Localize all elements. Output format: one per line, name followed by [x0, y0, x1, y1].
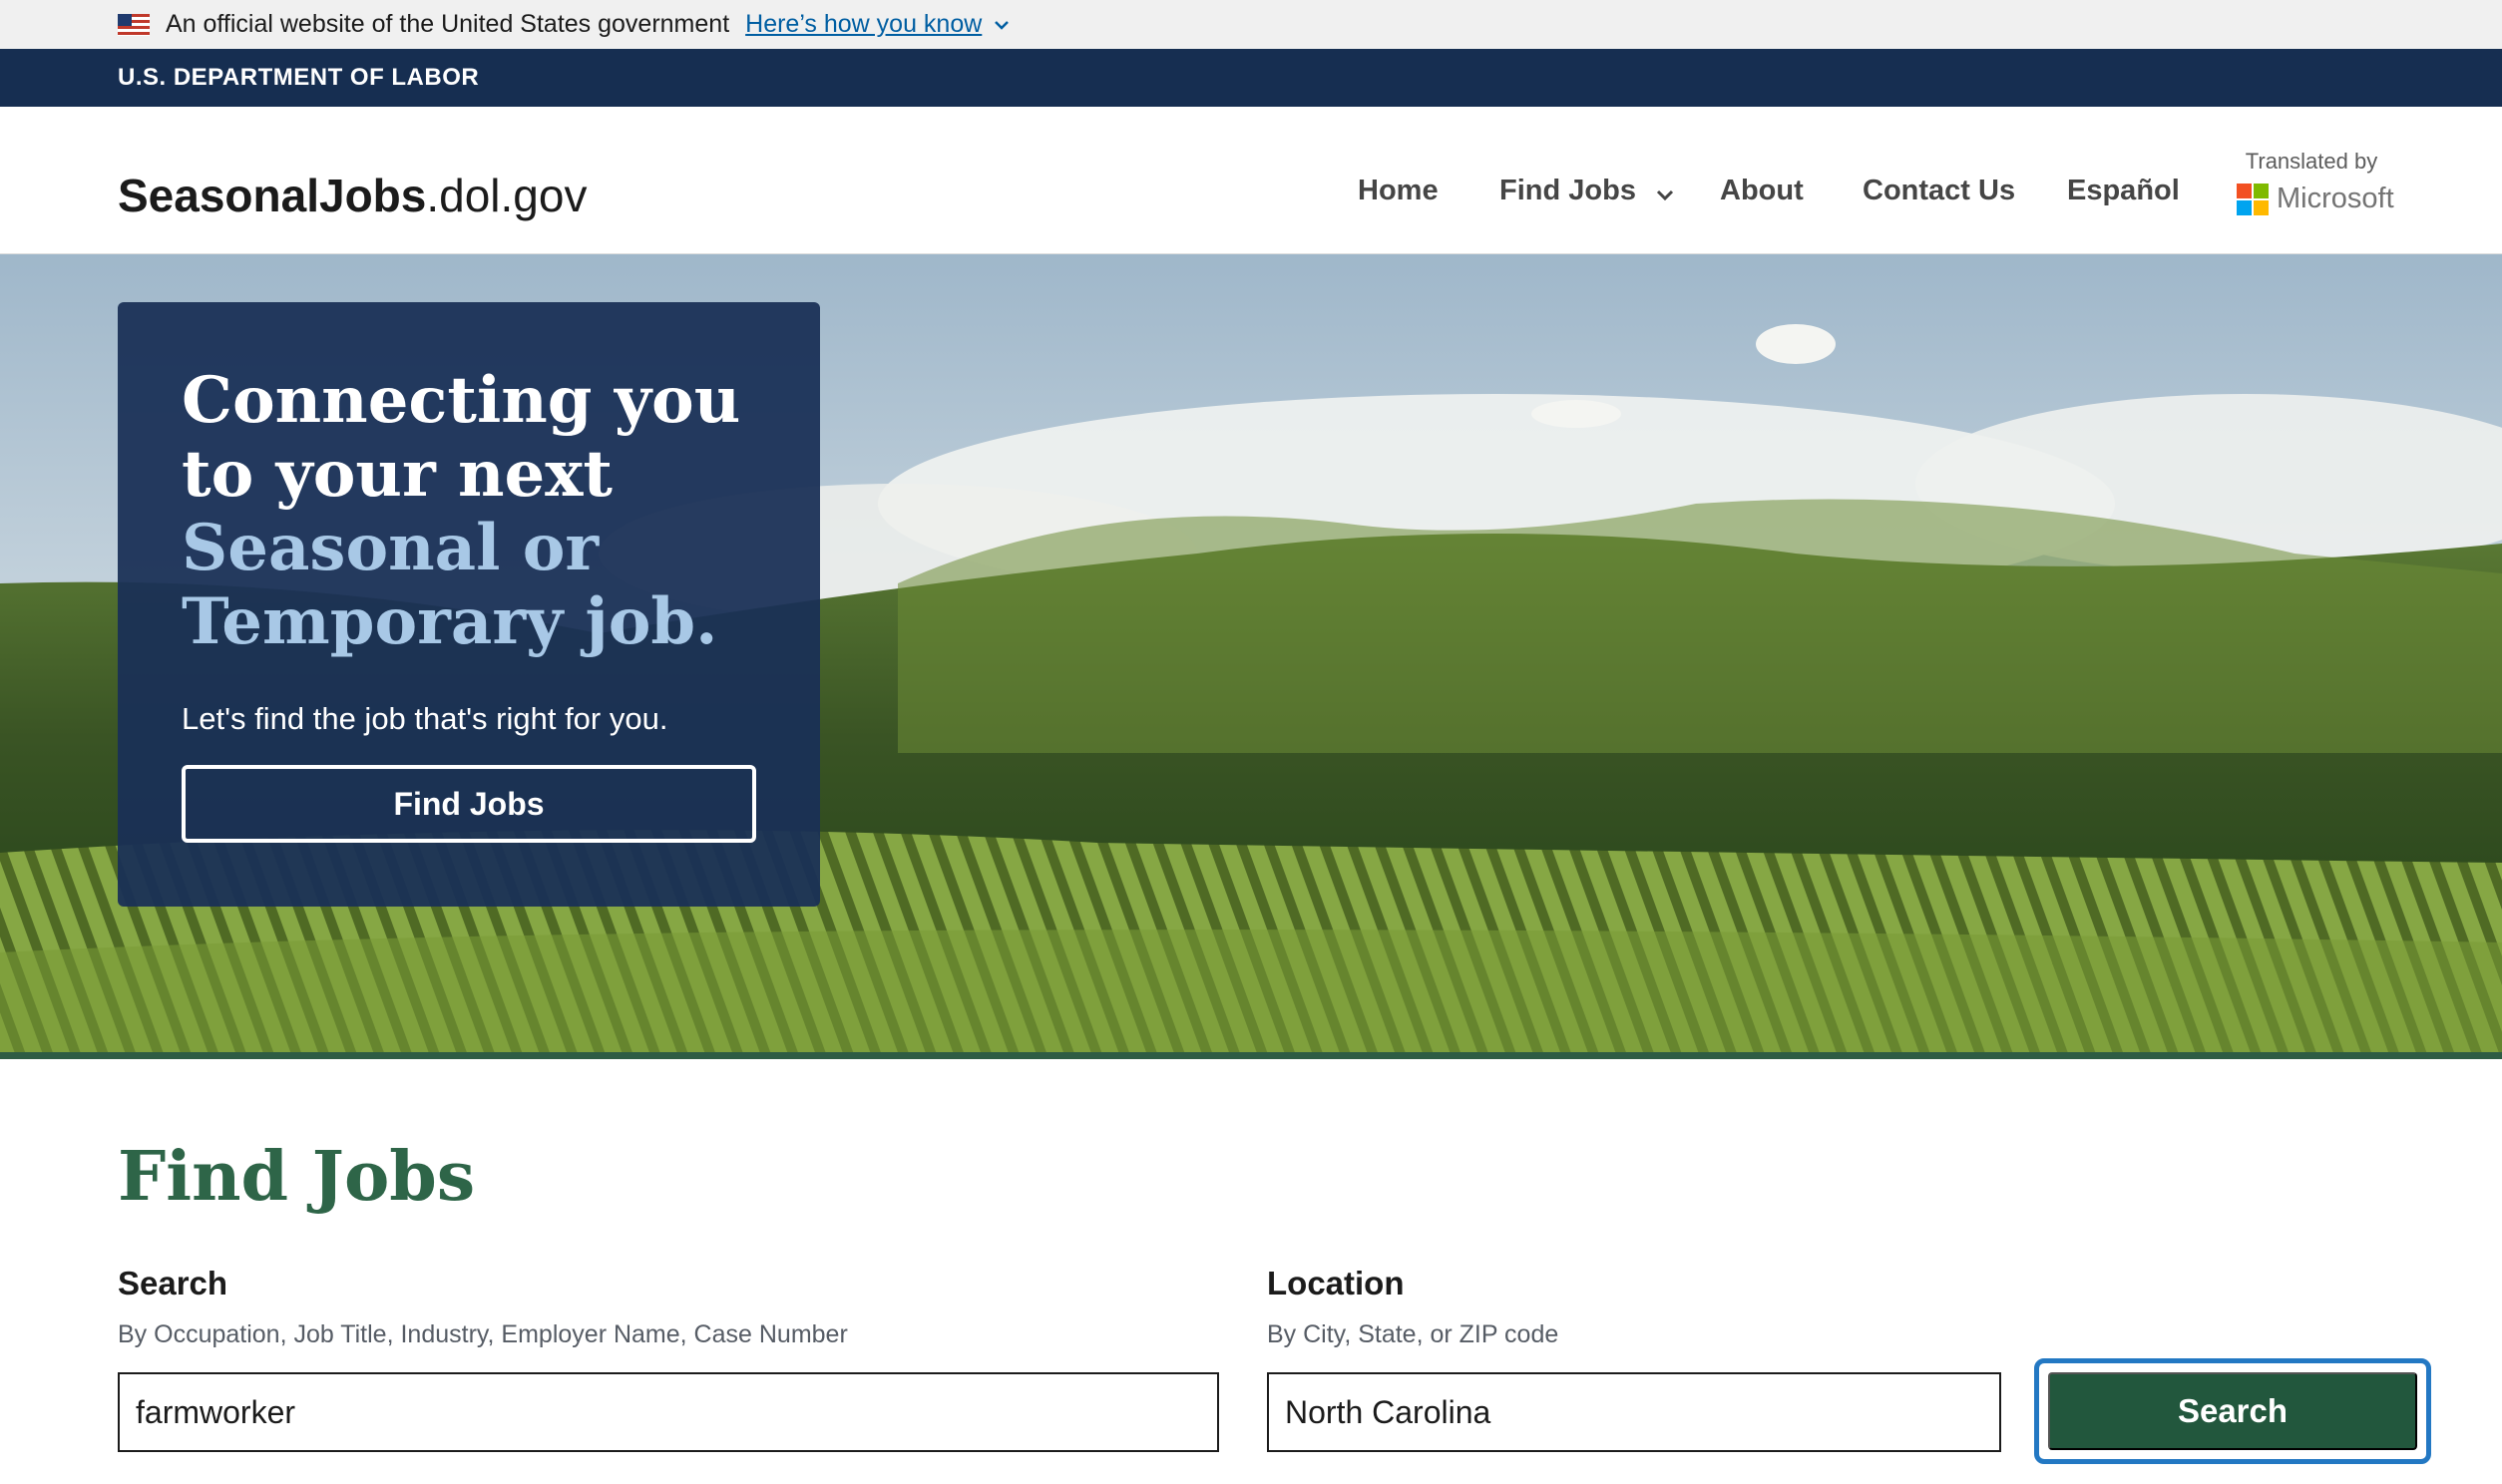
gov-banner: An official website of the United States… — [0, 0, 2502, 49]
official-website-text: An official website of the United States… — [166, 10, 730, 38]
agency-name[interactable]: U.S. DEPARTMENT OF LABOR — [118, 49, 479, 107]
nav-find-jobs-label: Find Jobs — [1499, 175, 1636, 206]
hero-title: Connecting you to your next Seasonal or … — [182, 364, 780, 659]
microsoft-brand: Microsoft — [2237, 183, 2394, 215]
microsoft-logo-icon — [2237, 183, 2269, 215]
us-flag-icon — [118, 13, 150, 36]
location-label: Location — [1267, 1265, 1405, 1301]
hero-title-main: Connecting you to your next — [182, 363, 741, 512]
hero-bottom-rule — [0, 1052, 2502, 1059]
translated-by-label: Translated by — [2245, 149, 2378, 174]
logo-domain-text: .dol.gov — [426, 170, 588, 221]
nav-home[interactable]: Home — [1358, 175, 1439, 207]
site-header: SeasonalJobs.dol.gov Home Find Jobs Abou… — [0, 107, 2502, 254]
nav-espanol[interactable]: Español — [2067, 175, 2180, 207]
location-input[interactable]: North Carolina — [1267, 1372, 2001, 1452]
chevron-down-icon[interactable] — [992, 15, 1012, 35]
hero-card: Connecting you to your next Seasonal or … — [118, 302, 820, 907]
hero-find-jobs-button[interactable]: Find Jobs — [182, 765, 756, 843]
translated-by-microsoft[interactable]: Translated by Microsoft — [2237, 149, 2394, 215]
location-hint: By City, State, or ZIP code — [1267, 1320, 1559, 1348]
microsoft-name: Microsoft — [2277, 183, 2394, 214]
site-logo[interactable]: SeasonalJobs.dol.gov — [118, 169, 587, 222]
search-button[interactable]: Search — [2048, 1372, 2417, 1450]
nav-contact-us[interactable]: Contact Us — [1863, 175, 2015, 207]
search-label: Search — [118, 1265, 228, 1301]
search-input[interactable]: farmworker — [118, 1372, 1219, 1452]
find-jobs-heading: Find Jobs — [118, 1137, 476, 1217]
nav-find-jobs[interactable]: Find Jobs — [1499, 175, 1674, 208]
nav-about[interactable]: About — [1720, 175, 1804, 207]
how-you-know-link[interactable]: Here’s how you know — [745, 10, 982, 39]
logo-bold-text: SeasonalJobs — [118, 170, 427, 221]
chevron-down-icon — [1656, 176, 1674, 208]
hero-title-accent: Seasonal or Temporary job. — [182, 511, 718, 659]
gov-banner-content: An official website of the United States… — [118, 0, 1012, 49]
agency-bar: U.S. DEPARTMENT OF LABOR — [0, 49, 2502, 107]
search-hint: By Occupation, Job Title, Industry, Empl… — [118, 1320, 848, 1348]
hero-subtitle: Let's find the job that's right for you. — [182, 701, 668, 736]
